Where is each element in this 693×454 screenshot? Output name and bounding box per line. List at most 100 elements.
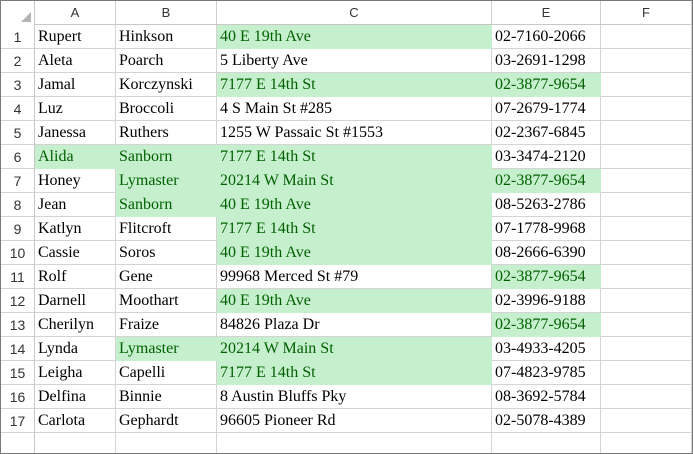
- cell-address[interactable]: 1255 W Passaic St #1553: [217, 121, 492, 145]
- cell-last-name[interactable]: Gephardt: [116, 409, 217, 433]
- cell-first-name[interactable]: Cassie: [35, 241, 116, 265]
- cell-first-name[interactable]: Carlota: [35, 409, 116, 433]
- row-header[interactable]: 16: [1, 385, 35, 409]
- cell-phone[interactable]: 02-3877-9654: [492, 313, 601, 337]
- row-header[interactable]: 11: [1, 265, 35, 289]
- cell-first-name[interactable]: Lynda: [35, 337, 116, 361]
- cell-empty[interactable]: [601, 217, 692, 241]
- cell-last-name[interactable]: Broccoli: [116, 97, 217, 121]
- cell-first-name[interactable]: Delfina: [35, 385, 116, 409]
- cell-last-name[interactable]: Ruthers: [116, 121, 217, 145]
- cell-last-name[interactable]: Capelli: [116, 361, 217, 385]
- cell-address[interactable]: 7177 E 14th St: [217, 361, 492, 385]
- cell-address[interactable]: 40 E 19th Ave: [217, 193, 492, 217]
- cell-last-name[interactable]: Lymaster: [116, 169, 217, 193]
- cell-empty[interactable]: [601, 169, 692, 193]
- cell-first-name[interactable]: Alida: [35, 145, 116, 169]
- cell-address[interactable]: 5 Liberty Ave: [217, 49, 492, 73]
- cell-address[interactable]: 20214 W Main St: [217, 169, 492, 193]
- cell-empty[interactable]: [601, 289, 692, 313]
- column-header-a[interactable]: A: [35, 1, 116, 24]
- cell-last-name[interactable]: Fraize: [116, 313, 217, 337]
- row-header[interactable]: [1, 433, 35, 453]
- cell-address[interactable]: 40 E 19th Ave: [217, 241, 492, 265]
- row-header[interactable]: 13: [1, 313, 35, 337]
- cell-phone[interactable]: 02-3877-9654: [492, 73, 601, 97]
- cell-last-name[interactable]: Sanborn: [116, 145, 217, 169]
- cell-first-name[interactable]: Darnell: [35, 289, 116, 313]
- cell-first-name[interactable]: Rupert: [35, 25, 116, 49]
- cell-phone[interactable]: 02-7160-2066: [492, 25, 601, 49]
- cell-address[interactable]: 20214 W Main St: [217, 337, 492, 361]
- cell-last-name[interactable]: [116, 433, 217, 453]
- cell-first-name[interactable]: Rolf: [35, 265, 116, 289]
- column-header-e[interactable]: E: [492, 1, 601, 24]
- cell-empty[interactable]: [601, 97, 692, 121]
- cell-last-name[interactable]: Gene: [116, 265, 217, 289]
- cell-phone[interactable]: 02-2367-6845: [492, 121, 601, 145]
- cell-phone[interactable]: [492, 433, 601, 453]
- cell-phone[interactable]: 03-2691-1298: [492, 49, 601, 73]
- cell-empty[interactable]: [601, 145, 692, 169]
- cell-phone[interactable]: 03-4933-4205: [492, 337, 601, 361]
- column-header-c[interactable]: C: [217, 1, 492, 24]
- row-header[interactable]: 15: [1, 361, 35, 385]
- cell-empty[interactable]: [601, 241, 692, 265]
- cell-last-name[interactable]: Hinkson: [116, 25, 217, 49]
- cell-address[interactable]: 84826 Plaza Dr: [217, 313, 492, 337]
- cell-first-name[interactable]: Aleta: [35, 49, 116, 73]
- cell-address[interactable]: 40 E 19th Ave: [217, 25, 492, 49]
- cell-first-name[interactable]: Katlyn: [35, 217, 116, 241]
- row-header[interactable]: 8: [1, 193, 35, 217]
- cell-empty[interactable]: [601, 25, 692, 49]
- cell-address[interactable]: 7177 E 14th St: [217, 145, 492, 169]
- row-header[interactable]: 3: [1, 73, 35, 97]
- cell-address[interactable]: 7177 E 14th St: [217, 217, 492, 241]
- row-header[interactable]: 17: [1, 409, 35, 433]
- row-header[interactable]: 7: [1, 169, 35, 193]
- cell-address[interactable]: 99968 Merced St #79: [217, 265, 492, 289]
- spreadsheet-grid[interactable]: A B C E F 1 Rupert Hinkson 40 E 19th Ave 02-…: [0, 0, 693, 454]
- cell-address[interactable]: 7177 E 14th St: [217, 73, 492, 97]
- cell-phone[interactable]: 02-5078-4389: [492, 409, 601, 433]
- row-header[interactable]: 12: [1, 289, 35, 313]
- cell-empty[interactable]: [601, 409, 692, 433]
- cell-first-name[interactable]: Cherilyn: [35, 313, 116, 337]
- select-all-corner[interactable]: [1, 1, 35, 25]
- cell-empty[interactable]: [601, 193, 692, 217]
- cell-last-name[interactable]: Korczynski: [116, 73, 217, 97]
- cell-phone[interactable]: 02-3877-9654: [492, 169, 601, 193]
- cell-last-name[interactable]: Lymaster: [116, 337, 217, 361]
- cell-first-name[interactable]: Janessa: [35, 121, 116, 145]
- cell-phone[interactable]: 08-2666-6390: [492, 241, 601, 265]
- cell-phone[interactable]: 07-4823-9785: [492, 361, 601, 385]
- cell-empty[interactable]: [601, 313, 692, 337]
- cell-last-name[interactable]: Moothart: [116, 289, 217, 313]
- cell-empty[interactable]: [601, 361, 692, 385]
- cell-phone[interactable]: 08-3692-5784: [492, 385, 601, 409]
- row-header[interactable]: 14: [1, 337, 35, 361]
- column-header-b[interactable]: B: [116, 1, 217, 24]
- cell-first-name[interactable]: [35, 433, 116, 453]
- cell-address[interactable]: 8 Austin Bluffs Pky: [217, 385, 492, 409]
- cell-empty[interactable]: [601, 337, 692, 361]
- row-header[interactable]: 6: [1, 145, 35, 169]
- cell-empty[interactable]: [601, 433, 692, 453]
- cell-address[interactable]: 96605 Pioneer Rd: [217, 409, 492, 433]
- cell-empty[interactable]: [601, 265, 692, 289]
- row-header[interactable]: 4: [1, 97, 35, 121]
- cell-last-name[interactable]: Flitcroft: [116, 217, 217, 241]
- cell-last-name[interactable]: Poarch: [116, 49, 217, 73]
- row-header[interactable]: 1: [1, 25, 35, 49]
- cell-phone[interactable]: 07-2679-1774: [492, 97, 601, 121]
- cell-first-name[interactable]: Leigha: [35, 361, 116, 385]
- cell-first-name[interactable]: Jamal: [35, 73, 116, 97]
- cell-phone[interactable]: 08-5263-2786: [492, 193, 601, 217]
- cell-empty[interactable]: [601, 73, 692, 97]
- row-header[interactable]: 5: [1, 121, 35, 145]
- cell-last-name[interactable]: Sanborn: [116, 193, 217, 217]
- row-header[interactable]: 10: [1, 241, 35, 265]
- cell-address[interactable]: [217, 433, 492, 453]
- cell-empty[interactable]: [601, 49, 692, 73]
- cell-phone[interactable]: 02-3996-9188: [492, 289, 601, 313]
